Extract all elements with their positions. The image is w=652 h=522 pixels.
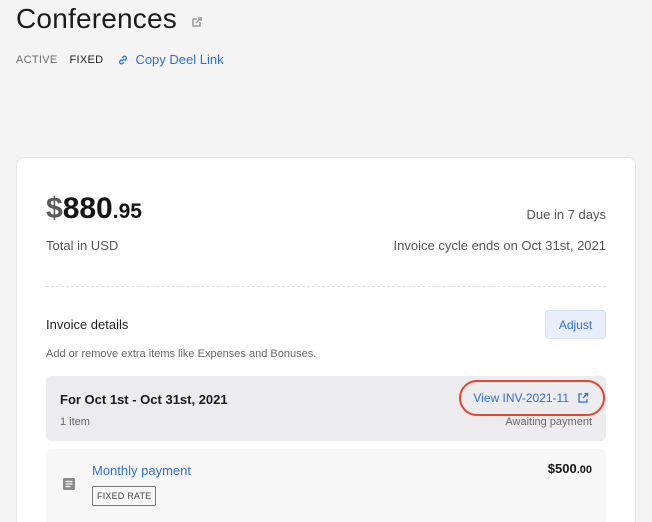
invoice-details-subtitle: Add or remove extra items like Expenses … — [46, 348, 317, 360]
invoice-period: For Oct 1st - Oct 31st, 2021 1 item View… — [46, 376, 606, 441]
cycle-text: Invoice cycle ends on Oct 31st, 2021 — [393, 238, 606, 253]
amount-whole: 880 — [62, 192, 113, 225]
due-text: Due in 7 days — [526, 207, 607, 222]
amount-cents: .95 — [112, 200, 142, 223]
copy-deel-link[interactable]: Copy Deel Link — [117, 52, 224, 67]
amount-currency: $ — [46, 192, 63, 225]
adjust-button[interactable]: Adjust — [545, 310, 606, 339]
edit-external-icon[interactable] — [191, 15, 203, 27]
view-invoice-label: View INV-2021-11 — [473, 391, 569, 405]
line-item-amount-whole: $500 — [547, 461, 577, 476]
total-amount: $880.95 — [46, 192, 142, 226]
invoice-details-title: Invoice details — [46, 317, 129, 332]
copy-link-label: Copy Deel Link — [135, 52, 224, 67]
total-label: Total in USD — [46, 238, 119, 253]
payment-status: Awaiting payment — [505, 416, 592, 428]
divider — [46, 286, 606, 287]
meta-row: ACTIVE FIXED Copy Deel Link — [16, 52, 224, 67]
document-icon — [62, 477, 76, 491]
view-invoice-link[interactable]: View INV-2021-11 — [459, 380, 605, 416]
contract-type-badge: FIXED — [69, 53, 104, 66]
period-title: For Oct 1st - Oct 31st, 2021 — [60, 392, 228, 407]
page-title: Conferences — [16, 3, 177, 34]
line-item-amount-cents: .00 — [576, 464, 592, 476]
line-item: Monthly payment FIXED RATE $500.00 — [46, 449, 606, 522]
period-item-count: 1 item — [60, 416, 90, 428]
invoice-card: $880.95 Total in USD Due in 7 days Invoi… — [16, 157, 636, 522]
external-link-icon — [577, 392, 589, 404]
line-item-amount: $500.00 — [548, 461, 592, 476]
line-item-name[interactable]: Monthly payment — [92, 463, 191, 478]
status-badge: ACTIVE — [16, 53, 58, 66]
rate-tag: FIXED RATE — [92, 486, 157, 506]
title-row: Conferences — [16, 0, 203, 38]
link-icon — [117, 54, 129, 66]
